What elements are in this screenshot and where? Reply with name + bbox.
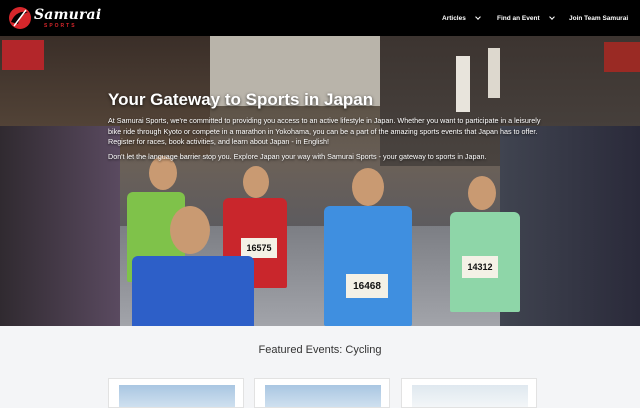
- hero-runner: 14312: [440, 176, 535, 326]
- event-card-image: [119, 385, 235, 407]
- event-card[interactable]: [401, 378, 537, 408]
- nav-articles[interactable]: Articles: [442, 0, 481, 36]
- hero-intro-text: At Samurai Sports, we're committed to pr…: [108, 116, 541, 146]
- samurai-sports-logo[interactable]: Samurai SPORTS: [6, 3, 101, 33]
- nav-articles-label: Articles: [442, 14, 466, 22]
- featured-events-title: Featured Events: Cycling: [258, 344, 382, 356]
- nav-find-an-event[interactable]: Find an Event: [497, 0, 555, 36]
- nav-join-label: Join Team Samurai: [569, 14, 629, 22]
- nav-find-an-event-label: Find an Event: [497, 14, 540, 22]
- samurai-logo-icon: [9, 7, 31, 29]
- hero-banner-flag: [488, 48, 500, 98]
- hero-spectators-left: [0, 126, 120, 326]
- hero-shop-sign: [2, 40, 44, 70]
- event-card[interactable]: [254, 378, 390, 408]
- hero-banner-flag: [456, 56, 470, 112]
- hero-shop-sign: [604, 42, 640, 72]
- hero-runner: 16468: [316, 168, 426, 326]
- featured-events-section: Featured Events: Cycling: [0, 326, 640, 408]
- race-bib: 16468: [346, 274, 388, 298]
- hero-banner: 16575 16468 14312 Your Gateway to Sports…: [0, 36, 640, 326]
- event-card-image: [412, 385, 528, 407]
- top-navigation-bar: Samurai SPORTS Articles Find an Event Jo…: [0, 0, 640, 36]
- race-bib: 14312: [462, 256, 498, 278]
- event-card[interactable]: [108, 378, 244, 408]
- chevron-down-icon: [548, 13, 555, 20]
- chevron-down-icon: [475, 13, 481, 20]
- event-card-image: [265, 385, 381, 407]
- hero-title: Your Gateway to Sports in Japan: [108, 90, 374, 109]
- logo-subtitle: SPORTS: [44, 23, 77, 29]
- hero-language-text: Don't let the language barrier stop you.…: [108, 152, 487, 161]
- logo-wordmark: Samurai: [34, 7, 102, 23]
- nav-join-team-samurai[interactable]: Join Team Samurai: [569, 0, 628, 36]
- hero-runner: [128, 204, 258, 326]
